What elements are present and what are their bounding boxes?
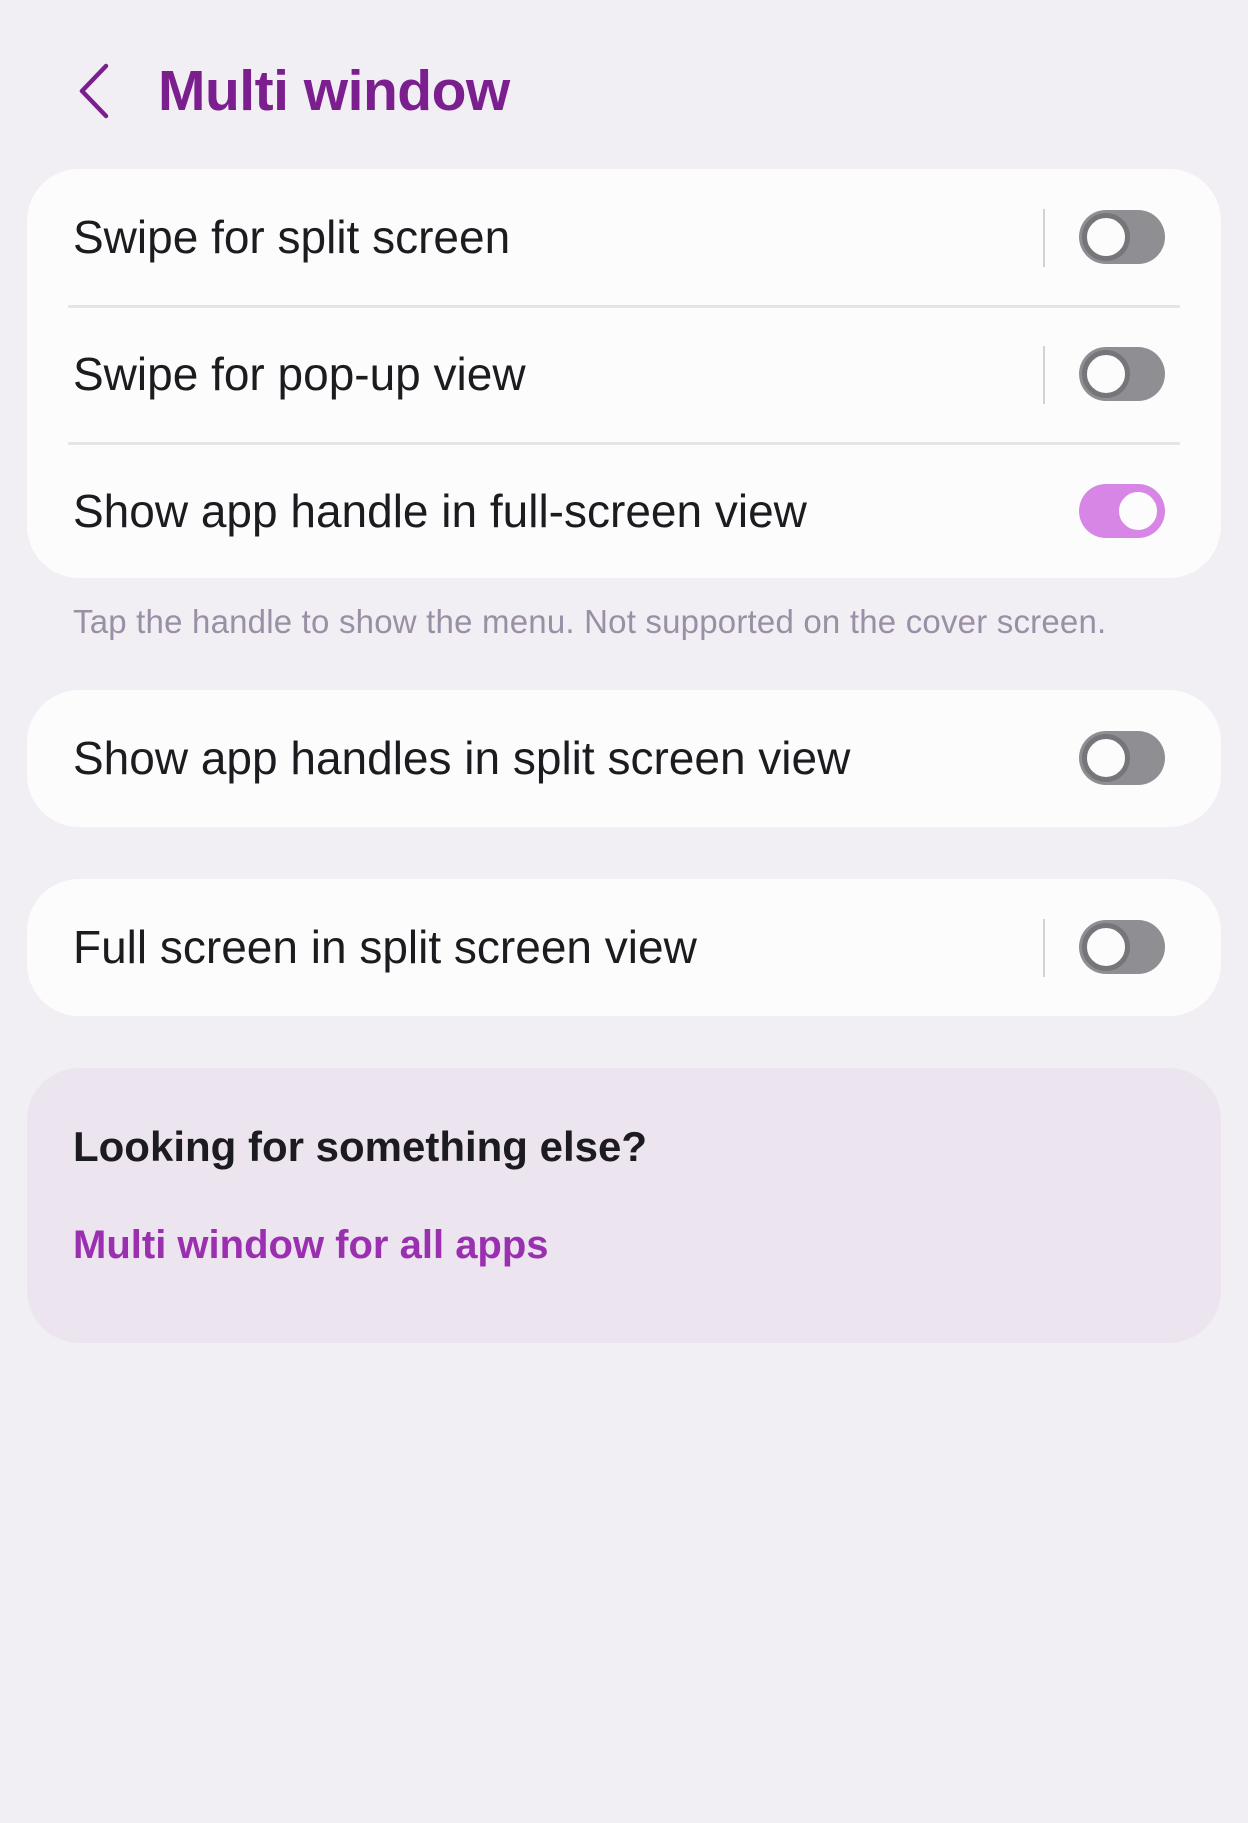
suggestions-card: Looking for something else? Multi window…: [27, 1068, 1221, 1343]
back-button[interactable]: [62, 56, 122, 126]
divider: [1043, 919, 1045, 977]
divider: [1043, 346, 1045, 404]
app-bar: Multi window: [0, 0, 1248, 180]
divider: [1043, 209, 1045, 267]
switch-knob: [1082, 350, 1130, 398]
page-title: Multi window: [158, 59, 510, 123]
setting-label: Full screen in split screen view: [73, 921, 697, 973]
setting-label: Show app handles in split screen view: [73, 732, 851, 784]
chevron-left-icon: [62, 56, 122, 126]
setting-row-swipe-popup-view[interactable]: Swipe for pop-up view: [27, 306, 1221, 443]
app-handle-full-screen-switch[interactable]: [1079, 484, 1165, 538]
setting-row-app-handles-split-screen[interactable]: Show app handles in split screen view: [27, 690, 1221, 827]
settings-card-main: Swipe for split screen Swipe for pop-up …: [27, 169, 1221, 578]
swipe-split-screen-switch[interactable]: [1079, 210, 1165, 264]
switch-knob: [1082, 923, 1130, 971]
setting-description: Tap the handle to show the menu. Not sup…: [73, 603, 1107, 640]
setting-row-full-screen-split-view[interactable]: Full screen in split screen view: [27, 879, 1221, 1016]
setting-label: Swipe for pop-up view: [73, 348, 526, 400]
setting-row-swipe-split-screen[interactable]: Swipe for split screen: [27, 169, 1221, 306]
app-handles-split-screen-switch[interactable]: [1079, 731, 1165, 785]
switch-knob: [1082, 213, 1130, 261]
settings-card-full-screen-split: Full screen in split screen view: [27, 879, 1221, 1016]
switch-knob: [1082, 734, 1130, 782]
setting-row-app-handle-full-screen[interactable]: Show app handle in full-screen view: [27, 443, 1221, 580]
multi-window-all-apps-link[interactable]: Multi window for all apps: [73, 1223, 549, 1268]
full-screen-split-view-switch[interactable]: [1079, 920, 1165, 974]
setting-label: Swipe for split screen: [73, 211, 511, 263]
suggestions-title: Looking for something else?: [73, 1123, 648, 1170]
swipe-popup-view-switch[interactable]: [1079, 347, 1165, 401]
settings-card-split-handles: Show app handles in split screen view: [27, 690, 1221, 827]
switch-knob: [1114, 487, 1162, 535]
setting-label: Show app handle in full-screen view: [73, 485, 807, 537]
